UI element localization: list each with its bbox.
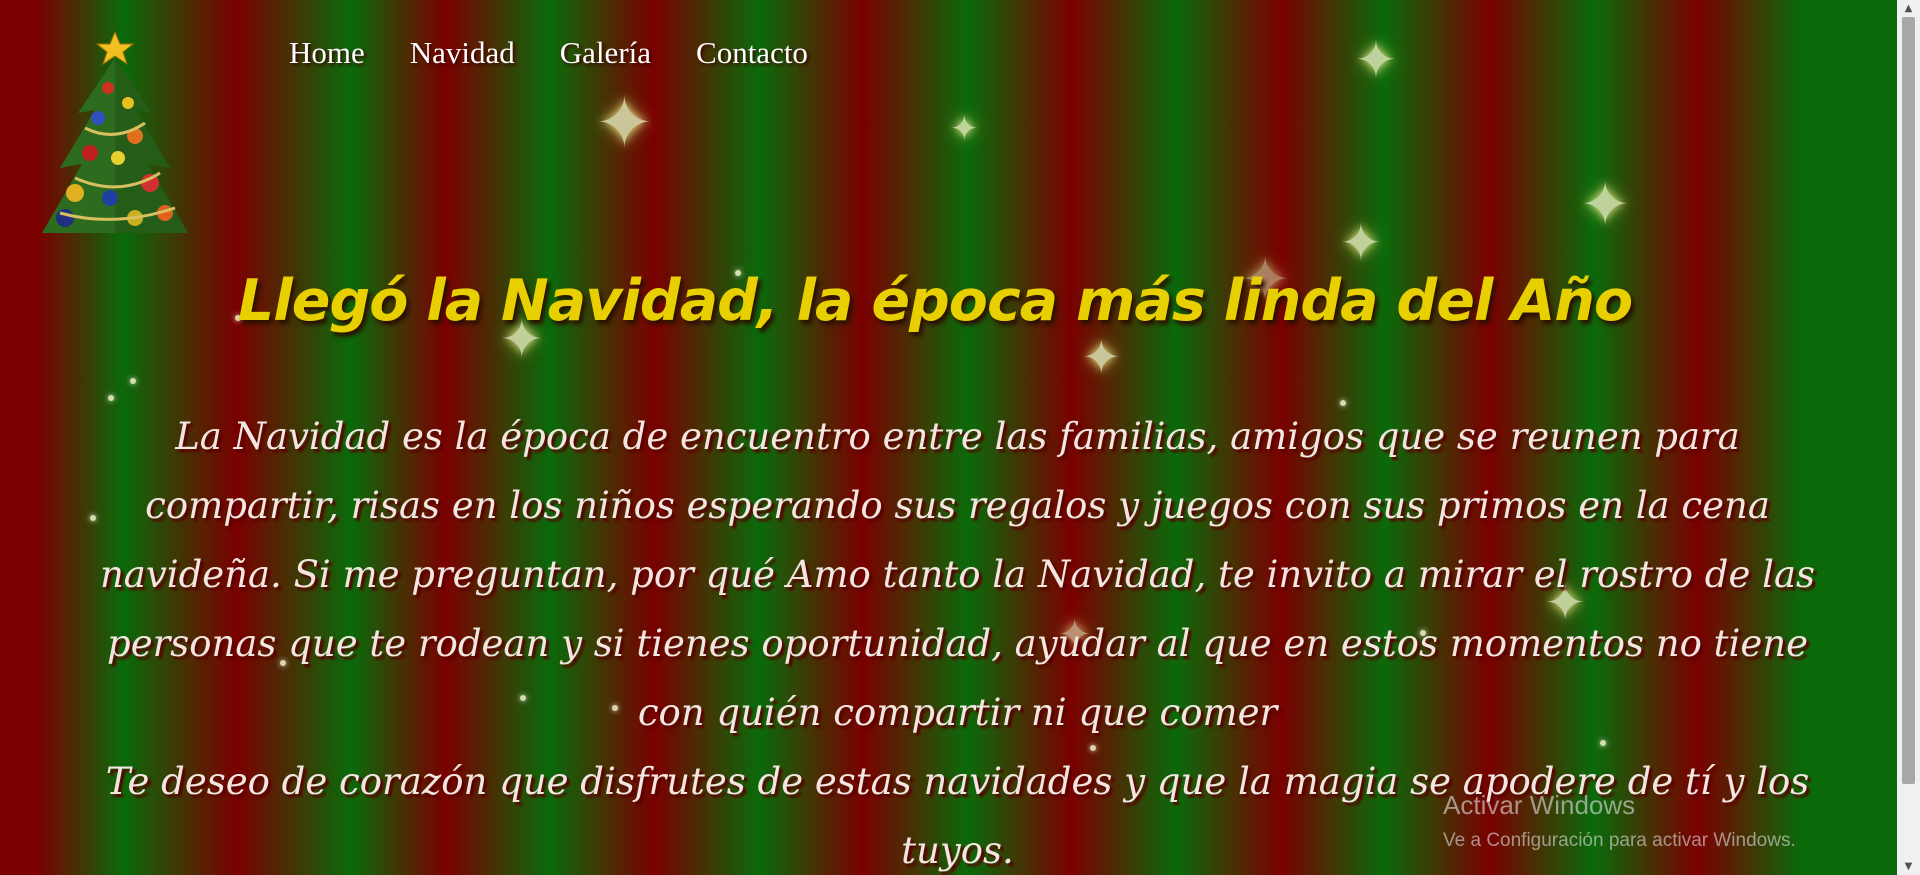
page-headline: Llegó la Navidad, la época más linda del… [237,268,1633,334]
windows-activation-watermark: Activar Windows Ve a Configuración para … [1443,790,1796,854]
nav-navidad-link[interactable]: Navidad [410,35,515,71]
star-icon: ✦ [950,111,979,148]
nav-home-link[interactable]: Home [289,35,365,71]
christmas-tree-icon [42,30,188,233]
star-icon: ✦ [1580,172,1631,238]
nav-contacto-link[interactable]: Contacto [696,35,808,71]
sparkle-dot [108,395,114,401]
main-nav: Home Navidad Galería Contacto [289,35,808,71]
scroll-up-arrow-icon[interactable]: ▲ [1897,0,1920,17]
watermark-subtitle: Ve a Configuración para activar Windows. [1443,830,1796,851]
star-icon: ✦ [1082,332,1121,383]
vertical-scrollbar[interactable]: ▲ ▼ [1897,0,1920,875]
star-icon: ✦ [1340,215,1382,271]
scrollbar-thumb[interactable] [1902,17,1915,784]
nav-galeria-link[interactable]: Galería [560,35,651,71]
sparkle-dot [130,378,136,384]
star-icon: ✦ [595,86,654,163]
scroll-down-arrow-icon[interactable]: ▼ [1897,858,1920,875]
star-icon: ✦ [1355,32,1397,88]
watermark-title: Activar Windows [1443,790,1636,820]
message-paragraph: La Navidad es la época de encuentro entr… [99,415,1816,734]
